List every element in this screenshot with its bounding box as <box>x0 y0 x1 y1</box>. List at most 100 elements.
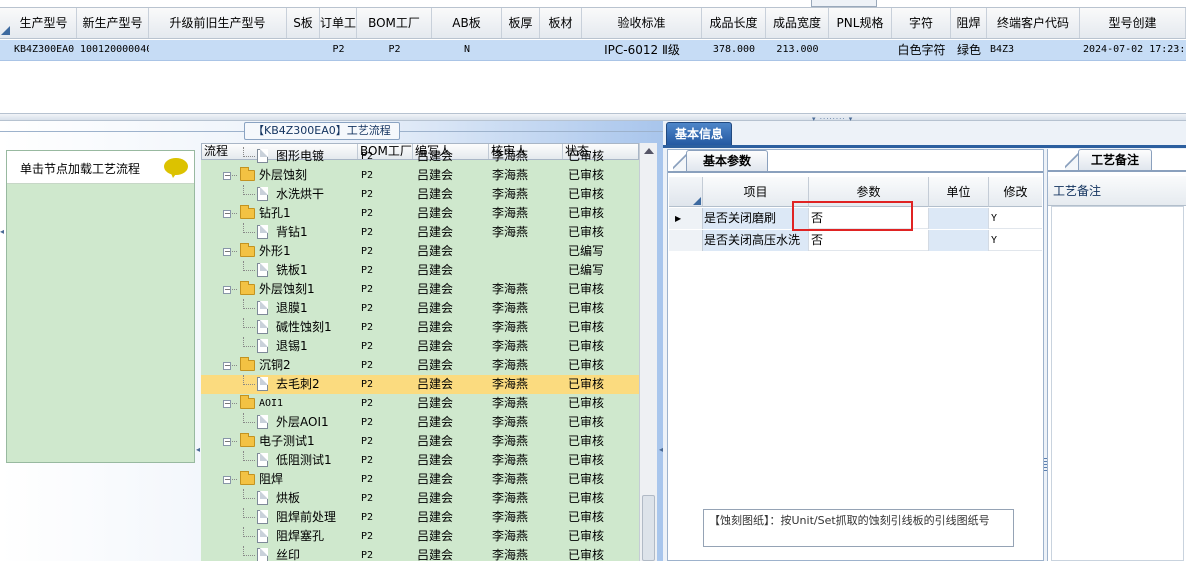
params-row[interactable]: 是否关闭高压水洗 否 Y <box>669 230 1042 251</box>
tree-collapse-grip-icon[interactable]: ◂ <box>196 443 200 457</box>
tree-row[interactable]: − 外层蚀刻 P2 吕建会 李海燕 已审核 <box>201 166 639 185</box>
cell-solder-mask[interactable]: 绿色 <box>951 40 987 60</box>
cell-legend[interactable]: 白色字符 <box>892 40 951 60</box>
horizontal-splitter[interactable]: ▾ ········ ▾ <box>0 113 1186 123</box>
tree-connector <box>243 460 255 461</box>
cell-customer-code[interactable]: B4Z3 <box>987 40 1080 60</box>
col-header-created-time[interactable]: 型号创建 <box>1080 8 1186 38</box>
col-header-legend[interactable]: 字符 <box>892 8 951 38</box>
tree-row[interactable]: 去毛刺2 P2 吕建会 李海燕 已审核 <box>201 375 639 394</box>
tree-row[interactable]: 烘板 P2 吕建会 李海燕 已审核 <box>201 489 639 508</box>
tree-row[interactable]: − AOI1 P2 吕建会 李海燕 已审核 <box>201 394 639 413</box>
tree-row[interactable]: − 外层蚀刻1 P2 吕建会 李海燕 已审核 <box>201 280 639 299</box>
tree-cell-flow: 外层AOI1 <box>276 415 329 429</box>
cell-width[interactable]: 213.000 <box>766 40 829 60</box>
document-icon <box>257 225 268 239</box>
col-header-customer-code[interactable]: 终端客户代码 <box>987 8 1080 38</box>
param-unit-cell[interactable] <box>929 230 989 251</box>
tree-row[interactable]: 丝印 P2 吕建会 李海燕 已审核 <box>201 546 639 561</box>
tree-row[interactable]: 阻焊前处理 P2 吕建会 李海燕 已审核 <box>201 508 639 527</box>
col-header-acceptance-standard[interactable]: 验收标准 <box>582 8 702 38</box>
col-header-new-model[interactable]: 新生产型号 <box>77 8 149 38</box>
col-header-model[interactable]: 生产型号 <box>11 8 77 38</box>
tree-row[interactable]: 水洗烘干 P2 吕建会 李海燕 已审核 <box>201 185 639 204</box>
cell-acceptance-standard[interactable]: IPC-6012 Ⅱ级 <box>582 40 702 60</box>
col-header-thickness[interactable]: 板厚 <box>502 8 540 38</box>
params-col-unit[interactable]: 单位 <box>929 177 989 207</box>
cell-length[interactable]: 378.000 <box>702 40 766 60</box>
cell-ab-board[interactable]: N <box>432 40 502 60</box>
tree-row[interactable]: 碱性蚀刻1 P2 吕建会 李海燕 已审核 <box>201 318 639 337</box>
collapse-icon[interactable]: − <box>223 438 231 446</box>
cell-pnl-spec[interactable] <box>829 40 892 60</box>
col-header-order-factory[interactable]: 订单工厂 <box>320 8 357 38</box>
param-unit-cell[interactable] <box>929 208 989 229</box>
col-header-material[interactable]: 板材 <box>540 8 582 38</box>
collapse-icon[interactable]: − <box>223 476 231 484</box>
document-icon <box>257 149 268 163</box>
cell-material[interactable] <box>540 40 582 60</box>
cell-old-model[interactable] <box>149 40 287 60</box>
tree-row[interactable]: − 沉铜2 P2 吕建会 李海燕 已审核 <box>201 356 639 375</box>
tab-slant-decor <box>673 150 687 171</box>
row-header-cell <box>669 230 703 251</box>
cell-new-model[interactable]: 10012000004033 <box>77 40 149 60</box>
tab-basic-info[interactable]: 基本信息 <box>666 122 732 146</box>
scroll-thumb[interactable] <box>642 495 655 561</box>
select-all-params-icon[interactable] <box>693 197 701 205</box>
col-header-bom-factory[interactable]: BOM工厂 <box>357 8 432 38</box>
select-all-corner-icon[interactable] <box>1 26 10 35</box>
process-flow-panel: 【KB4Z300EA0】工艺流程 ◂ 单击节点加载工艺流程 ◂ 流程 BOM工厂… <box>0 121 663 561</box>
col-header-s-board[interactable]: S板 <box>287 8 320 38</box>
tree-row[interactable]: 图形电镀 P2 吕建会 李海燕 已审核 <box>201 147 639 166</box>
tree-cell-status: 已审核 <box>568 282 605 296</box>
tree-row[interactable]: − 阻焊 P2 吕建会 李海燕 已审核 <box>201 470 639 489</box>
tree-row[interactable]: 铣板1 P2 吕建会 已编写 <box>201 261 639 280</box>
tab-process-remark[interactable]: 工艺备注 <box>1078 149 1152 170</box>
tab-basic-params[interactable]: 基本参数 <box>686 150 768 171</box>
cell-created-time[interactable]: 2024-07-02 17:23:1 <box>1080 40 1186 60</box>
collapse-icon[interactable]: − <box>223 286 231 294</box>
scroll-up-icon[interactable] <box>644 148 654 154</box>
cell-thickness[interactable] <box>502 40 540 60</box>
tree-row[interactable]: 背钻1 P2 吕建会 李海燕 已审核 <box>201 223 639 242</box>
tree-row[interactable]: − 钻孔1 P2 吕建会 李海燕 已审核 <box>201 204 639 223</box>
tree-row[interactable]: − 电子测试1 P2 吕建会 李海燕 已审核 <box>201 432 639 451</box>
collapse-icon[interactable]: − <box>223 210 231 218</box>
cell-s-board[interactable] <box>287 40 320 60</box>
remark-textarea[interactable] <box>1051 206 1184 561</box>
tree-row[interactable]: 退膜1 P2 吕建会 李海燕 已审核 <box>201 299 639 318</box>
tree-connector <box>243 156 255 157</box>
tree-row[interactable]: 低阻测试1 P2 吕建会 李海燕 已审核 <box>201 451 639 470</box>
col-header-solder-mask[interactable]: 阻焊 <box>951 8 987 38</box>
col-header-pnl-spec[interactable]: PNL规格 <box>829 8 892 38</box>
col-header-width[interactable]: 成品宽度 <box>766 8 829 38</box>
tree-vertical-scrollbar[interactable] <box>639 143 657 561</box>
cell-bom-factory[interactable]: P2 <box>357 40 432 60</box>
tree-row[interactable]: − 外形1 P2 吕建会 已编写 <box>201 242 639 261</box>
basic-params-frame: 基本参数 项目 参数 单位 修改 ▶ 是否关闭磨刷 否 Y 是否关闭高压水洗 否… <box>667 149 1044 561</box>
param-modify-cell[interactable]: Y <box>989 230 1042 251</box>
tree-row[interactable]: 外层AOI1 P2 吕建会 李海燕 已审核 <box>201 413 639 432</box>
param-modify-cell[interactable]: Y <box>989 208 1042 229</box>
col-header-length[interactable]: 成品长度 <box>702 8 766 38</box>
col-header-ab-board[interactable]: AB板 <box>432 8 502 38</box>
tree-row[interactable]: 退锡1 P2 吕建会 李海燕 已审核 <box>201 337 639 356</box>
cell-order-factory[interactable]: P2 <box>320 40 357 60</box>
params-col-modify[interactable]: 修改 <box>989 177 1042 207</box>
collapse-icon[interactable]: − <box>223 362 231 370</box>
tree-row[interactable]: 阻焊塞孔 P2 吕建会 李海燕 已审核 <box>201 527 639 546</box>
tree-cell-bom-factory: P2 <box>361 455 374 466</box>
col-header-old-model[interactable]: 升级前旧生产型号 <box>149 8 287 38</box>
collapse-icon[interactable]: − <box>223 172 231 180</box>
tree-cell-status: 已审核 <box>568 339 605 353</box>
node-hint-header[interactable]: 单击节点加载工艺流程 <box>7 151 194 184</box>
param-item-cell[interactable]: 是否关闭高压水洗 <box>703 230 809 251</box>
product-grid-row-selected[interactable]: KB4Z300EA010012000004033P2P2NIPC-6012 Ⅱ级… <box>0 40 1186 61</box>
basic-info-panel: 基本信息 基本参数 项目 参数 单位 修改 ▶ 是否关闭磨刷 否 Y 是否关闭高… <box>663 121 1186 561</box>
collapse-icon[interactable]: − <box>223 400 231 408</box>
collapse-icon[interactable]: − <box>223 248 231 256</box>
left-collapse-grip-icon[interactable]: ◂ <box>0 225 4 239</box>
param-value-cell[interactable]: 否 <box>809 230 929 251</box>
cell-model[interactable]: KB4Z300EA0 <box>11 40 77 60</box>
